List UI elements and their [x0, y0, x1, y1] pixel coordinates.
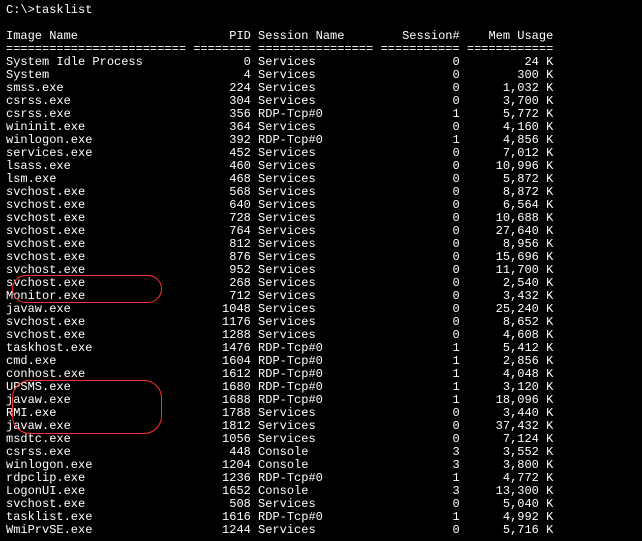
command-prompt: C:\>tasklist — [6, 4, 636, 17]
table-row: tasklist.exe 1616 RDP-Tcp#0 1 4,992 K — [6, 511, 636, 524]
table-row: WmiPrvSE.exe 1244 Services 0 5,716 K — [6, 524, 636, 537]
